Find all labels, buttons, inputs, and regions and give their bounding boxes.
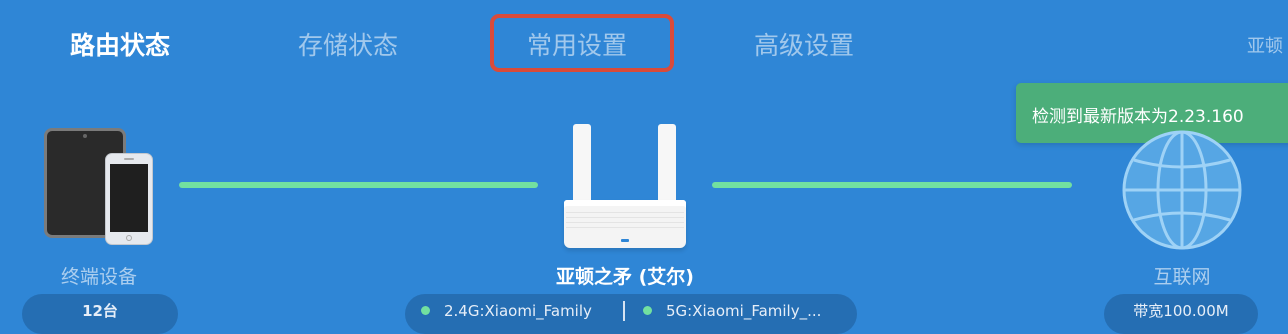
wifi-5-ssid: 5G:Xiaomi_Family_... [666,302,822,320]
device-connection-line [179,182,538,188]
top-nav: 路由状态 存储状态 常用设置 高级设置 亚顿 [0,0,1288,90]
bandwidth-badge[interactable]: 带宽100.00M [1104,294,1258,334]
tablet-phone-icon[interactable] [44,128,154,248]
router-name-menu[interactable]: 亚顿 [1247,32,1283,58]
divider [623,301,625,321]
internet-label: 互联网 [1153,266,1211,288]
tab-storage-status[interactable]: 存储状态 [298,26,398,66]
globe-icon[interactable] [1120,128,1244,252]
wifi-24-status-dot [421,306,430,315]
wifi-5-status-dot [643,306,652,315]
wifi-info-pill[interactable]: 2.4G:Xiaomi_Family 5G:Xiaomi_Family_... [405,294,857,334]
update-notification-text: 检测到最新版本为2.23.160 [1032,107,1244,127]
devices-label: 终端设备 [60,266,137,288]
wifi-24-status: 2.4G:Xiaomi_Family [421,294,592,328]
wifi-5-status: 5G:Xiaomi_Family_... [643,294,821,328]
router-icon[interactable] [560,124,690,252]
tab-advanced-settings[interactable]: 高级设置 [754,26,854,66]
tab-router-status[interactable]: 路由状态 [70,26,170,66]
tab-common-settings[interactable]: 常用设置 [527,26,627,66]
internet-connection-line [712,182,1072,188]
router-name: 亚顿之矛 (艾尔) [556,266,694,288]
wifi-24-ssid: 2.4G:Xiaomi_Family [444,302,592,320]
device-count-badge[interactable]: 12台 [22,294,178,334]
